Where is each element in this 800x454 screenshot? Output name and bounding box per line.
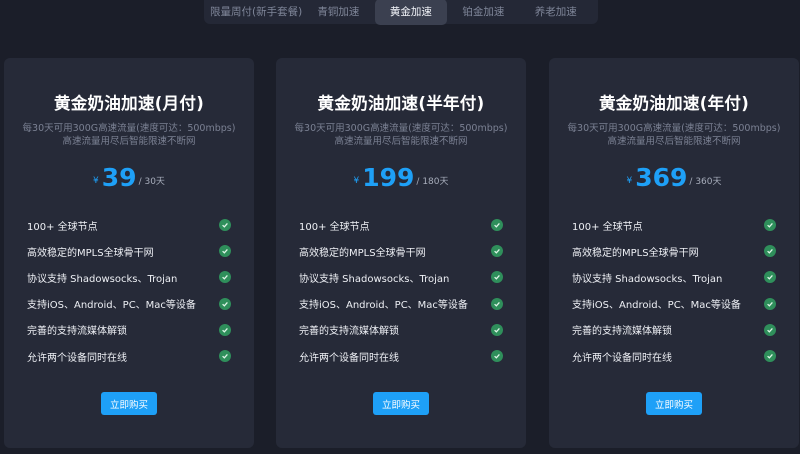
feature-label: 高效稳定的MPLS全球骨干网: [27, 247, 154, 259]
currency-symbol: ¥: [626, 176, 633, 186]
plan-description-line: 高速流量用尽后智能限速不断网: [607, 136, 741, 147]
plan-price: ¥369/ 360天: [549, 163, 799, 192]
feature-label: 允许两个设备同时在线: [27, 352, 127, 364]
feature-label: 高效稳定的MPLS全球骨干网: [572, 247, 699, 259]
feature-label: 协议支持 Shadowsocks、Trojan: [27, 273, 178, 285]
currency-symbol: ¥: [353, 176, 360, 186]
plan-card-monthly: 黄金奶油加速(月付) 每30天可用300G高速流量(速度可达：500mbps) …: [4, 58, 254, 448]
plan-card-yearly: 黄金奶油加速(年付) 每30天可用300G高速流量(速度可达：500mbps) …: [549, 58, 799, 448]
currency-symbol: ¥: [93, 176, 99, 186]
feature-item: 允许两个设备同时在线: [27, 343, 231, 369]
check-icon: [491, 271, 503, 284]
feature-item: 完善的支持流媒体解锁: [299, 317, 503, 343]
feature-list: 100+ 全球节点 高效稳定的MPLS全球骨干网 协议支持 Shadowsock…: [299, 212, 503, 369]
plan-title: 黄金奶油加速(月付): [53, 94, 205, 113]
plan-description: 每30天可用300G高速流量(速度可达：500mbps) 高速流量用尽后智能限速…: [276, 122, 526, 148]
plan-description-line: 每30天可用300G高速流量(速度可达：500mbps): [22, 123, 236, 134]
feature-label: 完善的支持流媒体解锁: [27, 326, 127, 338]
check-icon: [219, 350, 231, 363]
plan-description-line: 高速流量用尽后智能限速不断网: [62, 136, 196, 147]
tab-gold[interactable]: 黄金加速: [374, 0, 448, 25]
feature-item: 支持iOS、Android、PC、Mac等设备: [27, 291, 231, 317]
feature-label: 完善的支持流媒体解锁: [299, 326, 399, 338]
tab-platinum[interactable]: 铂金加速: [447, 0, 519, 25]
plan-price: ¥39/ 30天: [4, 163, 254, 192]
plan-description-line: 每30天可用300G高速流量(速度可达：500mbps): [294, 123, 508, 134]
price-amount: 199: [362, 163, 415, 192]
price-amount: 39: [101, 163, 137, 192]
price-period: / 30天: [138, 177, 165, 187]
plan-title: 黄金奶油加速(半年付): [317, 94, 485, 113]
check-icon: [219, 271, 231, 284]
check-icon: [491, 350, 503, 363]
check-icon: [219, 297, 231, 310]
feature-label: 完善的支持流媒体解锁: [572, 326, 672, 338]
feature-item: 协议支持 Shadowsocks、Trojan: [572, 264, 776, 290]
tab-bronze[interactable]: 青铜加速: [302, 0, 374, 25]
price-period: / 360天: [689, 177, 722, 187]
plan-price: ¥199/ 180天: [276, 163, 526, 192]
buy-now-button[interactable]: 立即购买: [373, 392, 429, 415]
check-icon: [764, 323, 776, 336]
feature-label: 100+ 全球节点: [27, 221, 98, 233]
feature-list: 100+ 全球节点 高效稳定的MPLS全球骨干网 协议支持 Shadowsock…: [27, 212, 231, 369]
check-icon: [219, 245, 231, 258]
check-icon: [764, 219, 776, 232]
feature-item: 100+ 全球节点: [27, 212, 231, 238]
feature-label: 支持iOS、Android、PC、Mac等设备: [27, 300, 196, 312]
check-icon: [764, 271, 776, 284]
check-icon: [491, 297, 503, 310]
check-icon: [491, 245, 503, 258]
buy-now-button[interactable]: 立即购买: [646, 392, 702, 415]
plan-description-line: 每30天可用300G高速流量(速度可达：500mbps): [567, 123, 781, 134]
check-icon: [764, 245, 776, 258]
check-icon: [491, 219, 503, 232]
feature-label: 协议支持 Shadowsocks、Trojan: [299, 273, 450, 285]
feature-list: 100+ 全球节点 高效稳定的MPLS全球骨干网 协议支持 Shadowsock…: [572, 212, 776, 369]
feature-item: 允许两个设备同时在线: [299, 343, 503, 369]
price-amount: 369: [635, 163, 688, 192]
check-icon: [219, 219, 231, 232]
feature-label: 支持iOS、Android、PC、Mac等设备: [572, 300, 741, 312]
feature-item: 协议支持 Shadowsocks、Trojan: [27, 264, 231, 290]
check-icon: [764, 297, 776, 310]
check-icon: [764, 350, 776, 363]
feature-label: 协议支持 Shadowsocks、Trojan: [572, 273, 723, 285]
check-icon: [219, 323, 231, 336]
price-period: / 180天: [416, 177, 449, 187]
plan-description-line: 高速流量用尽后智能限速不断网: [334, 136, 468, 147]
feature-item: 协议支持 Shadowsocks、Trojan: [299, 264, 503, 290]
feature-item: 高效稳定的MPLS全球骨干网: [27, 238, 231, 264]
feature-label: 100+ 全球节点: [572, 221, 643, 233]
tab-weekly-trial[interactable]: 限量周付(新手套餐): [210, 0, 302, 25]
plan-tab-bar: 限量周付(新手套餐) 青铜加速 黄金加速 铂金加速 养老加速: [204, 0, 598, 25]
feature-item: 100+ 全球节点: [299, 212, 503, 238]
plan-card-half-year: 黄金奶油加速(半年付) 每30天可用300G高速流量(速度可达：500mbps)…: [276, 58, 526, 448]
check-icon: [491, 323, 503, 336]
plan-description: 每30天可用300G高速流量(速度可达：500mbps) 高速流量用尽后智能限速…: [4, 122, 254, 148]
feature-item: 100+ 全球节点: [572, 212, 776, 238]
feature-item: 高效稳定的MPLS全球骨干网: [572, 238, 776, 264]
buy-now-button[interactable]: 立即购买: [101, 392, 157, 415]
plan-title: 黄金奶油加速(年付): [598, 94, 750, 113]
feature-item: 允许两个设备同时在线: [572, 343, 776, 369]
feature-item: 完善的支持流媒体解锁: [572, 317, 776, 343]
feature-item: 高效稳定的MPLS全球骨干网: [299, 238, 503, 264]
feature-label: 允许两个设备同时在线: [572, 352, 672, 364]
feature-label: 高效稳定的MPLS全球骨干网: [299, 247, 426, 259]
feature-label: 允许两个设备同时在线: [299, 352, 399, 364]
feature-label: 100+ 全球节点: [299, 221, 370, 233]
feature-item: 完善的支持流媒体解锁: [27, 317, 231, 343]
feature-item: 支持iOS、Android、PC、Mac等设备: [299, 291, 503, 317]
feature-label: 支持iOS、Android、PC、Mac等设备: [299, 300, 468, 312]
feature-item: 支持iOS、Android、PC、Mac等设备: [572, 291, 776, 317]
tab-retirement[interactable]: 养老加速: [520, 0, 592, 25]
plan-description: 每30天可用300G高速流量(速度可达：500mbps) 高速流量用尽后智能限速…: [549, 122, 799, 148]
